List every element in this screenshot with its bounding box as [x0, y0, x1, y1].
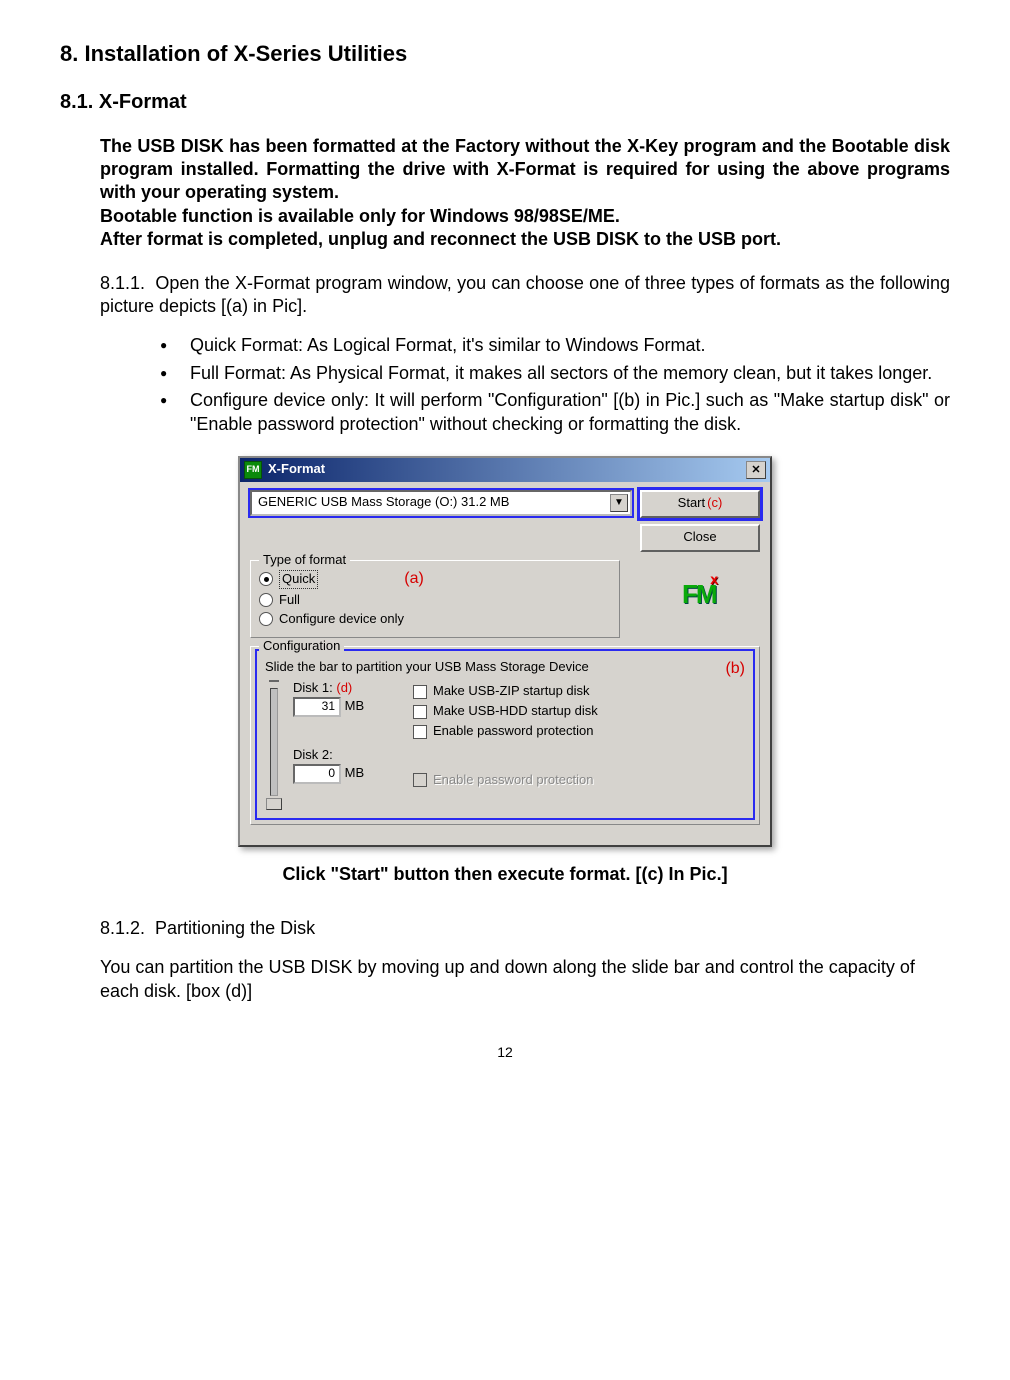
- partition-slider[interactable]: [265, 680, 283, 810]
- radio-quick-label: Quick: [279, 570, 318, 589]
- heading-main: 8. Installation of X-Series Utilities: [60, 40, 950, 69]
- close-button[interactable]: Close: [640, 524, 760, 552]
- mb-label: MB: [345, 698, 365, 713]
- list-item: Quick Format: As Logical Format, it's si…: [160, 334, 950, 357]
- section-number: 8.1.2.: [100, 917, 150, 940]
- dialog-titlebar: FM X-Format ✕: [240, 458, 770, 482]
- radio-full-label: Full: [279, 592, 300, 609]
- fm-logo-text: FM: [682, 578, 716, 612]
- radio-full[interactable]: [259, 593, 273, 607]
- start-button-label: Start: [678, 495, 705, 512]
- section-8-1-1: 8.1.1. Open the X-Format program window,…: [60, 272, 950, 319]
- disk1-size-input[interactable]: 31: [293, 697, 341, 717]
- list-item: Configure device only: It will perform "…: [160, 389, 950, 436]
- close-button-label: Close: [683, 529, 716, 546]
- heading-sub: 8.1. X-Format: [60, 89, 950, 115]
- disk1-label: Disk 1:: [293, 680, 333, 695]
- format-type-list: Quick Format: As Logical Format, it's si…: [60, 334, 950, 436]
- chevron-down-icon[interactable]: ▼: [610, 494, 628, 512]
- list-item: Full Format: As Physical Format, it make…: [160, 362, 950, 385]
- marker-d: (d): [336, 680, 352, 695]
- check-usb-hdd-label: Make USB-HDD startup disk: [433, 703, 598, 720]
- marker-c: (c): [707, 495, 722, 512]
- disk2-label: Disk 2:: [293, 747, 403, 764]
- combo-text: GENERIC USB Mass Storage (O:) 31.2 MB: [258, 494, 509, 511]
- figure-caption: Click "Start" button then execute format…: [60, 863, 950, 886]
- check-usb-zip[interactable]: [413, 685, 427, 699]
- type-of-format-group: Type of format Quick (a) Full Configure …: [250, 560, 620, 639]
- marker-b: (b): [725, 659, 745, 680]
- section-number: 8.1.1.: [100, 272, 150, 295]
- check-password-1-label: Enable password protection: [433, 723, 593, 740]
- check-usb-hdd[interactable]: [413, 705, 427, 719]
- section-8-1-2-text: You can partition the USB DISK by moving…: [60, 956, 950, 1003]
- radio-quick[interactable]: [259, 572, 273, 586]
- device-combo[interactable]: GENERIC USB Mass Storage (O:) 31.2 MB ▼: [250, 490, 632, 516]
- check-password-2: [413, 773, 427, 787]
- disk2-size-input[interactable]: 0: [293, 764, 341, 784]
- section-text: Open the X-Format program window, you ca…: [100, 273, 950, 316]
- page-number: 12: [60, 1043, 950, 1061]
- start-button[interactable]: Start (c): [640, 490, 760, 518]
- xformat-dialog: FM X-Format ✕ GENERIC USB Mass Storage (…: [238, 456, 772, 847]
- close-icon[interactable]: ✕: [746, 461, 766, 479]
- fm-logo: x FM: [676, 572, 724, 612]
- section-title: Partitioning the Disk: [155, 918, 315, 938]
- mb-label: MB: [345, 765, 365, 780]
- slide-text: Slide the bar to partition your USB Mass…: [265, 659, 589, 674]
- section-8-1-2: 8.1.2. Partitioning the Disk: [60, 917, 950, 940]
- intro-paragraph: The USB DISK has been formatted at the F…: [60, 135, 950, 252]
- fm-icon: FM: [244, 461, 262, 479]
- check-password-2-label: Enable password protection: [433, 772, 593, 789]
- radio-configure-label: Configure device only: [279, 611, 404, 628]
- dialog-title: X-Format: [268, 461, 746, 478]
- configuration-group: Configuration Slide the bar to partition…: [250, 646, 760, 825]
- marker-a: (a): [404, 569, 424, 590]
- type-legend: Type of format: [259, 552, 350, 569]
- slider-knob[interactable]: [266, 798, 282, 810]
- check-usb-zip-label: Make USB-ZIP startup disk: [433, 683, 590, 700]
- check-password-1[interactable]: [413, 725, 427, 739]
- config-legend: Configuration: [259, 638, 344, 655]
- radio-configure[interactable]: [259, 612, 273, 626]
